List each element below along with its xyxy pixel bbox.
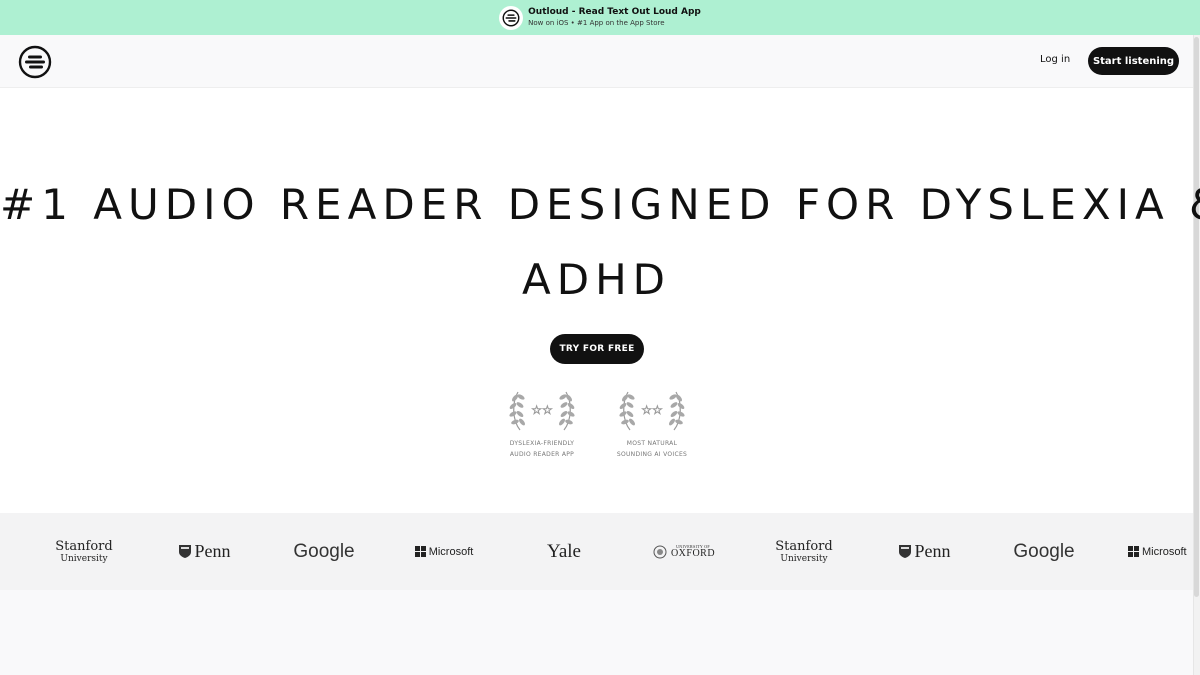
stanford-logo-sub: University [780, 554, 828, 564]
penn-shield-icon [898, 545, 911, 558]
start-listening-button[interactable]: Start listening [1088, 47, 1179, 75]
laurel-stars-icon: ☆☆ [509, 391, 575, 431]
penn-shield-icon [178, 545, 191, 558]
google-logo: Google [1013, 540, 1075, 562]
login-link[interactable]: Log in [1040, 54, 1070, 65]
award-natural-voices: ☆☆ MOST NATURAL SOUNDING AI VOICES [607, 388, 697, 460]
award-line-1: MOST NATURAL [626, 440, 678, 447]
svg-text:☆☆: ☆☆ [641, 403, 663, 417]
page-scrollbar[interactable] [1193, 35, 1200, 675]
promo-text: Outloud - Read Text Out Loud App Now on … [528, 6, 701, 28]
page-bottom-area [0, 590, 1193, 675]
oxford-logo-name: OXFORD [670, 547, 716, 559]
oxford-crest-icon [653, 545, 667, 558]
promo-subtitle: Now on iOS • #1 App on the App Store [528, 18, 665, 27]
top-nav: Log in Start listening [0, 35, 1193, 88]
promo-banner[interactable]: Outloud - Read Text Out Loud App Now on … [0, 0, 1200, 35]
outloud-logo-icon [499, 5, 524, 30]
microsoft-logo-name: Microsoft [1142, 545, 1187, 558]
penn-logo-name: Penn [194, 541, 231, 561]
outloud-logo-icon[interactable] [18, 45, 52, 79]
award-line-2: SOUNDING AI VOICES [616, 451, 688, 458]
svg-text:☆☆: ☆☆ [531, 403, 553, 417]
stanford-logo-name: Stanford [775, 539, 833, 554]
try-for-free-button[interactable]: TRY FOR FREE [550, 334, 644, 364]
oxford-logo: UNIVERSITY OF OXFORD [644, 513, 724, 590]
microsoft-windows-icon [1128, 546, 1139, 557]
google-logo: Google [293, 540, 355, 562]
promo-title: Outloud - Read Text Out Loud App [528, 6, 701, 17]
award-caption: DYSLEXIA-FRIENDLY AUDIO READER APP [497, 438, 587, 460]
promo-content[interactable]: Outloud - Read Text Out Loud App Now on … [499, 5, 701, 30]
oxford-logo-text: UNIVERSITY OF OXFORD [670, 544, 716, 559]
laurel-stars-icon: ☆☆ [619, 391, 685, 431]
award-dyslexia-friendly: ☆☆ DYSLEXIA-FRIENDLY AUDIO READER APP [497, 388, 587, 460]
scrollbar-thumb[interactable] [1194, 37, 1199, 597]
stanford-logo: Stanford University [764, 513, 844, 590]
microsoft-logo: Microsoft [404, 513, 484, 590]
award-line-2: AUDIO READER APP [509, 451, 575, 458]
award-caption: MOST NATURAL SOUNDING AI VOICES [607, 438, 697, 460]
penn-logo: Penn [888, 513, 960, 590]
hero-headline-line-2: ADHD [522, 255, 671, 304]
stanford-logo: Stanford University [44, 513, 124, 590]
penn-logo-name: Penn [914, 541, 951, 561]
yale-logo: Yale [547, 540, 581, 562]
hero-headline-line-1: #1 AUDIO READER DESIGNED FOR DYSLEXIA & [0, 180, 1200, 229]
institution-logos-strip: Stanford University Penn Google Microsof… [0, 513, 1193, 590]
stanford-logo-name: Stanford [55, 539, 113, 554]
microsoft-logo-name: Microsoft [428, 545, 474, 558]
award-line-1: DYSLEXIA-FRIENDLY [509, 440, 575, 447]
microsoft-windows-icon [414, 546, 426, 557]
microsoft-logo: Microsoft [1128, 513, 1193, 590]
penn-logo: Penn [168, 513, 240, 590]
stanford-logo-sub: University [60, 554, 108, 564]
